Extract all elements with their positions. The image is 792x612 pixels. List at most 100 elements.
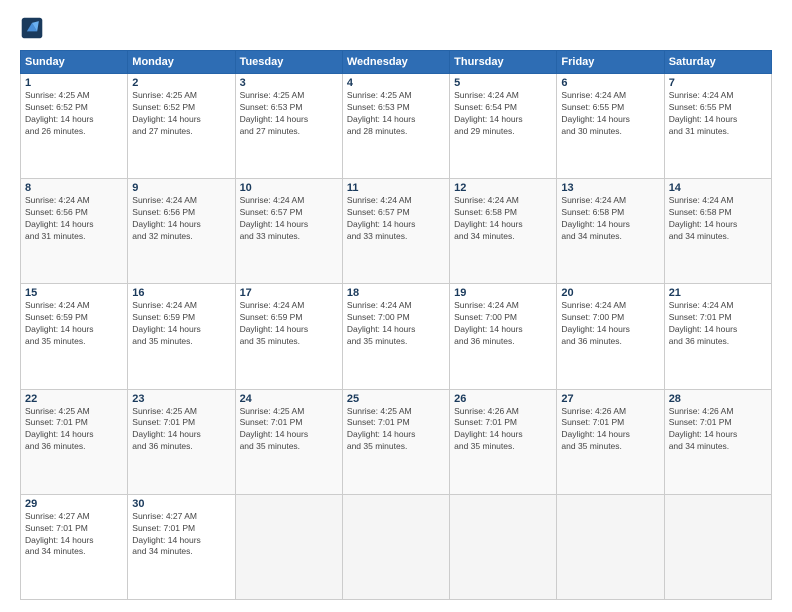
week-row-5: 29Sunrise: 4:27 AM Sunset: 7:01 PM Dayli… xyxy=(21,494,772,599)
day-number: 9 xyxy=(132,182,230,194)
day-info: Sunrise: 4:24 AM Sunset: 6:58 PM Dayligh… xyxy=(669,195,767,243)
day-info: Sunrise: 4:25 AM Sunset: 6:53 PM Dayligh… xyxy=(240,90,338,138)
day-cell xyxy=(235,494,342,599)
day-number: 5 xyxy=(454,77,552,89)
day-number: 4 xyxy=(347,77,445,89)
day-cell: 11Sunrise: 4:24 AM Sunset: 6:57 PM Dayli… xyxy=(342,179,449,284)
week-row-4: 22Sunrise: 4:25 AM Sunset: 7:01 PM Dayli… xyxy=(21,389,772,494)
day-cell xyxy=(342,494,449,599)
day-info: Sunrise: 4:26 AM Sunset: 7:01 PM Dayligh… xyxy=(669,406,767,454)
weekday-header-row: SundayMondayTuesdayWednesdayThursdayFrid… xyxy=(21,51,772,74)
day-cell: 3Sunrise: 4:25 AM Sunset: 6:53 PM Daylig… xyxy=(235,74,342,179)
day-number: 21 xyxy=(669,287,767,299)
day-info: Sunrise: 4:24 AM Sunset: 6:58 PM Dayligh… xyxy=(454,195,552,243)
day-cell: 13Sunrise: 4:24 AM Sunset: 6:58 PM Dayli… xyxy=(557,179,664,284)
day-number: 30 xyxy=(132,498,230,510)
day-number: 28 xyxy=(669,393,767,405)
weekday-thursday: Thursday xyxy=(450,51,557,74)
day-cell: 8Sunrise: 4:24 AM Sunset: 6:56 PM Daylig… xyxy=(21,179,128,284)
day-cell: 17Sunrise: 4:24 AM Sunset: 6:59 PM Dayli… xyxy=(235,284,342,389)
day-number: 23 xyxy=(132,393,230,405)
day-info: Sunrise: 4:27 AM Sunset: 7:01 PM Dayligh… xyxy=(132,511,230,559)
day-cell: 21Sunrise: 4:24 AM Sunset: 7:01 PM Dayli… xyxy=(664,284,771,389)
day-cell: 7Sunrise: 4:24 AM Sunset: 6:55 PM Daylig… xyxy=(664,74,771,179)
day-cell: 25Sunrise: 4:25 AM Sunset: 7:01 PM Dayli… xyxy=(342,389,449,494)
day-number: 7 xyxy=(669,77,767,89)
weekday-tuesday: Tuesday xyxy=(235,51,342,74)
weekday-monday: Monday xyxy=(128,51,235,74)
day-info: Sunrise: 4:24 AM Sunset: 7:01 PM Dayligh… xyxy=(669,300,767,348)
page: SundayMondayTuesdayWednesdayThursdayFrid… xyxy=(0,0,792,612)
day-cell: 28Sunrise: 4:26 AM Sunset: 7:01 PM Dayli… xyxy=(664,389,771,494)
day-number: 13 xyxy=(561,182,659,194)
day-cell: 14Sunrise: 4:24 AM Sunset: 6:58 PM Dayli… xyxy=(664,179,771,284)
day-number: 24 xyxy=(240,393,338,405)
day-cell: 2Sunrise: 4:25 AM Sunset: 6:52 PM Daylig… xyxy=(128,74,235,179)
day-number: 11 xyxy=(347,182,445,194)
week-row-2: 8Sunrise: 4:24 AM Sunset: 6:56 PM Daylig… xyxy=(21,179,772,284)
day-number: 22 xyxy=(25,393,123,405)
day-number: 18 xyxy=(347,287,445,299)
day-cell: 5Sunrise: 4:24 AM Sunset: 6:54 PM Daylig… xyxy=(450,74,557,179)
day-cell: 1Sunrise: 4:25 AM Sunset: 6:52 PM Daylig… xyxy=(21,74,128,179)
day-cell: 10Sunrise: 4:24 AM Sunset: 6:57 PM Dayli… xyxy=(235,179,342,284)
day-info: Sunrise: 4:24 AM Sunset: 6:59 PM Dayligh… xyxy=(25,300,123,348)
day-info: Sunrise: 4:25 AM Sunset: 7:01 PM Dayligh… xyxy=(25,406,123,454)
day-number: 3 xyxy=(240,77,338,89)
day-number: 25 xyxy=(347,393,445,405)
day-info: Sunrise: 4:24 AM Sunset: 7:00 PM Dayligh… xyxy=(561,300,659,348)
day-info: Sunrise: 4:24 AM Sunset: 6:57 PM Dayligh… xyxy=(347,195,445,243)
day-cell: 22Sunrise: 4:25 AM Sunset: 7:01 PM Dayli… xyxy=(21,389,128,494)
day-cell: 30Sunrise: 4:27 AM Sunset: 7:01 PM Dayli… xyxy=(128,494,235,599)
day-info: Sunrise: 4:25 AM Sunset: 6:52 PM Dayligh… xyxy=(132,90,230,138)
day-info: Sunrise: 4:25 AM Sunset: 7:01 PM Dayligh… xyxy=(132,406,230,454)
day-cell: 26Sunrise: 4:26 AM Sunset: 7:01 PM Dayli… xyxy=(450,389,557,494)
day-number: 26 xyxy=(454,393,552,405)
day-info: Sunrise: 4:24 AM Sunset: 6:56 PM Dayligh… xyxy=(132,195,230,243)
day-cell: 15Sunrise: 4:24 AM Sunset: 6:59 PM Dayli… xyxy=(21,284,128,389)
weekday-sunday: Sunday xyxy=(21,51,128,74)
day-cell: 4Sunrise: 4:25 AM Sunset: 6:53 PM Daylig… xyxy=(342,74,449,179)
day-number: 27 xyxy=(561,393,659,405)
weekday-friday: Friday xyxy=(557,51,664,74)
day-info: Sunrise: 4:24 AM Sunset: 7:00 PM Dayligh… xyxy=(454,300,552,348)
day-cell xyxy=(450,494,557,599)
day-cell: 29Sunrise: 4:27 AM Sunset: 7:01 PM Dayli… xyxy=(21,494,128,599)
day-cell: 12Sunrise: 4:24 AM Sunset: 6:58 PM Dayli… xyxy=(450,179,557,284)
header xyxy=(20,16,772,40)
day-info: Sunrise: 4:24 AM Sunset: 6:59 PM Dayligh… xyxy=(240,300,338,348)
day-number: 12 xyxy=(454,182,552,194)
day-info: Sunrise: 4:25 AM Sunset: 7:01 PM Dayligh… xyxy=(347,406,445,454)
day-info: Sunrise: 4:24 AM Sunset: 6:59 PM Dayligh… xyxy=(132,300,230,348)
day-cell: 18Sunrise: 4:24 AM Sunset: 7:00 PM Dayli… xyxy=(342,284,449,389)
weekday-saturday: Saturday xyxy=(664,51,771,74)
day-info: Sunrise: 4:24 AM Sunset: 6:56 PM Dayligh… xyxy=(25,195,123,243)
day-cell: 9Sunrise: 4:24 AM Sunset: 6:56 PM Daylig… xyxy=(128,179,235,284)
day-info: Sunrise: 4:25 AM Sunset: 7:01 PM Dayligh… xyxy=(240,406,338,454)
weekday-wednesday: Wednesday xyxy=(342,51,449,74)
day-cell: 27Sunrise: 4:26 AM Sunset: 7:01 PM Dayli… xyxy=(557,389,664,494)
day-cell xyxy=(664,494,771,599)
day-cell: 16Sunrise: 4:24 AM Sunset: 6:59 PM Dayli… xyxy=(128,284,235,389)
day-number: 19 xyxy=(454,287,552,299)
day-cell: 23Sunrise: 4:25 AM Sunset: 7:01 PM Dayli… xyxy=(128,389,235,494)
day-info: Sunrise: 4:25 AM Sunset: 6:53 PM Dayligh… xyxy=(347,90,445,138)
day-info: Sunrise: 4:25 AM Sunset: 6:52 PM Dayligh… xyxy=(25,90,123,138)
day-number: 15 xyxy=(25,287,123,299)
day-number: 1 xyxy=(25,77,123,89)
day-number: 14 xyxy=(669,182,767,194)
day-info: Sunrise: 4:24 AM Sunset: 7:00 PM Dayligh… xyxy=(347,300,445,348)
day-info: Sunrise: 4:24 AM Sunset: 6:57 PM Dayligh… xyxy=(240,195,338,243)
day-cell: 19Sunrise: 4:24 AM Sunset: 7:00 PM Dayli… xyxy=(450,284,557,389)
day-number: 16 xyxy=(132,287,230,299)
day-number: 6 xyxy=(561,77,659,89)
week-row-1: 1Sunrise: 4:25 AM Sunset: 6:52 PM Daylig… xyxy=(21,74,772,179)
day-cell xyxy=(557,494,664,599)
day-number: 2 xyxy=(132,77,230,89)
day-info: Sunrise: 4:26 AM Sunset: 7:01 PM Dayligh… xyxy=(561,406,659,454)
day-cell: 20Sunrise: 4:24 AM Sunset: 7:00 PM Dayli… xyxy=(557,284,664,389)
day-cell: 6Sunrise: 4:24 AM Sunset: 6:55 PM Daylig… xyxy=(557,74,664,179)
day-info: Sunrise: 4:27 AM Sunset: 7:01 PM Dayligh… xyxy=(25,511,123,559)
day-number: 20 xyxy=(561,287,659,299)
day-info: Sunrise: 4:24 AM Sunset: 6:55 PM Dayligh… xyxy=(561,90,659,138)
